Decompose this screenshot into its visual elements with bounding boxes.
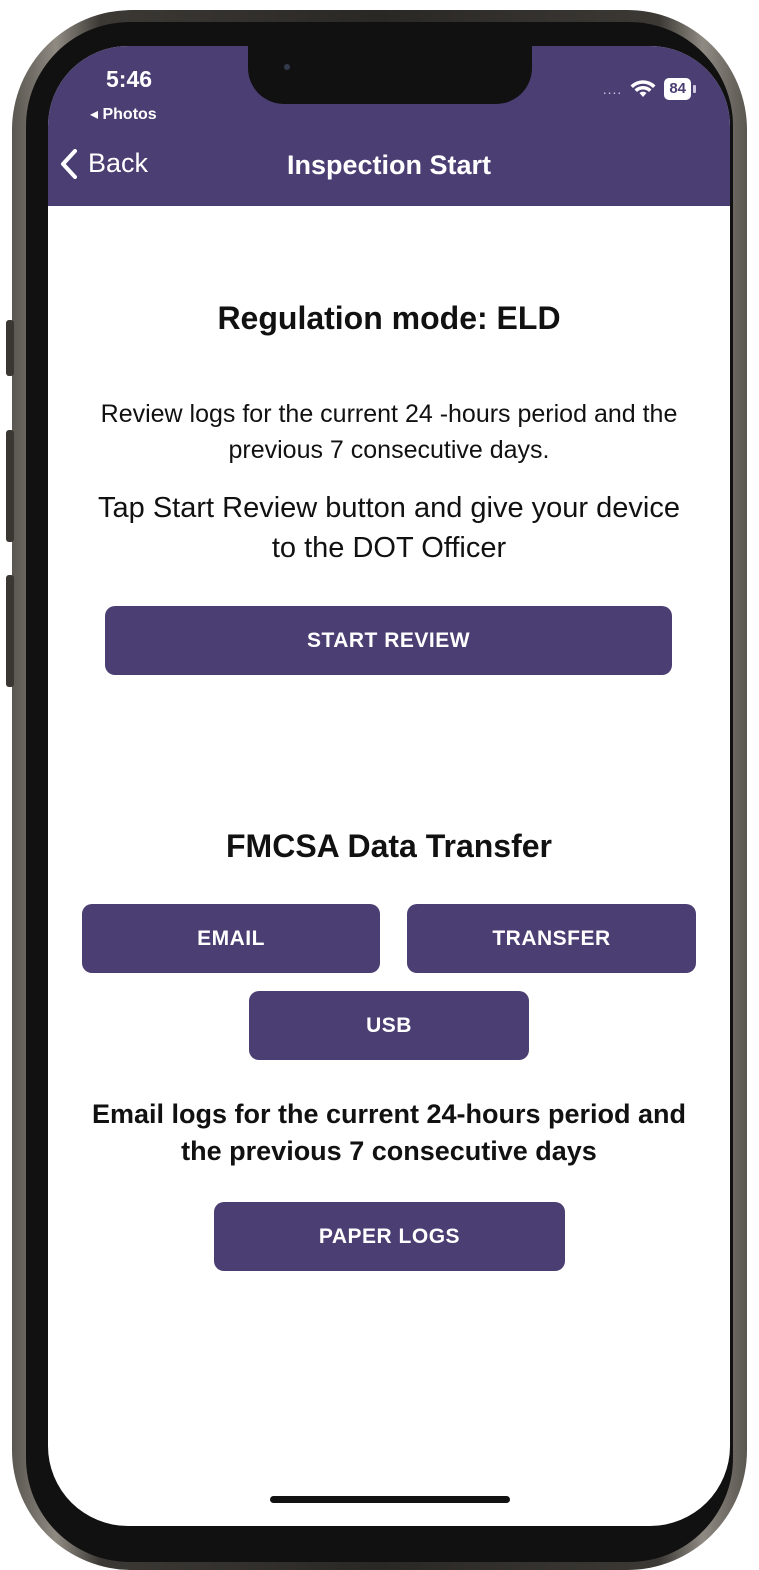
email-description: Email logs for the current 24-hours peri… <box>91 1099 687 1166</box>
app-screen: 5:46 ◂ Photos .... 84 Back Inspection St… <box>48 46 730 1526</box>
regulation-heading: Regulation mode: ELD <box>217 300 561 336</box>
email-button[interactable]: EMAIL <box>82 904 380 973</box>
signal-icon: .... <box>602 81 623 97</box>
volume-down-button <box>6 575 14 687</box>
mute-switch <box>6 320 14 376</box>
back-to-app-link[interactable]: ◂ Photos <box>90 104 157 124</box>
notch <box>248 46 532 104</box>
status-indicators: .... 84 <box>603 78 696 100</box>
wifi-icon <box>630 80 656 97</box>
page-title: Inspection Start <box>286 150 492 180</box>
start-review-instruction: Tap Start Review button and give your de… <box>98 492 680 564</box>
start-review-button[interactable]: START REVIEW <box>105 606 672 675</box>
phone-frame: 5:46 ◂ Photos .... 84 Back Inspection St… <box>0 0 759 1570</box>
battery-icon: 84 <box>664 78 691 100</box>
paper-logs-button[interactable]: PAPER LOGS <box>214 1202 565 1271</box>
status-time: 5:46 <box>106 66 153 92</box>
data-transfer-heading: FMCSA Data Transfer <box>226 828 552 864</box>
main-content: Regulation mode: ELD Review logs for the… <box>48 206 730 1526</box>
camera-icon <box>284 64 290 70</box>
usb-button[interactable]: USB <box>249 991 529 1060</box>
home-indicator[interactable] <box>270 1496 510 1503</box>
volume-up-button <box>6 430 14 542</box>
review-description: Review logs for the current 24 -hours pe… <box>100 400 678 464</box>
transfer-button[interactable]: TRANSFER <box>407 904 696 973</box>
battery-tip <box>693 85 696 93</box>
